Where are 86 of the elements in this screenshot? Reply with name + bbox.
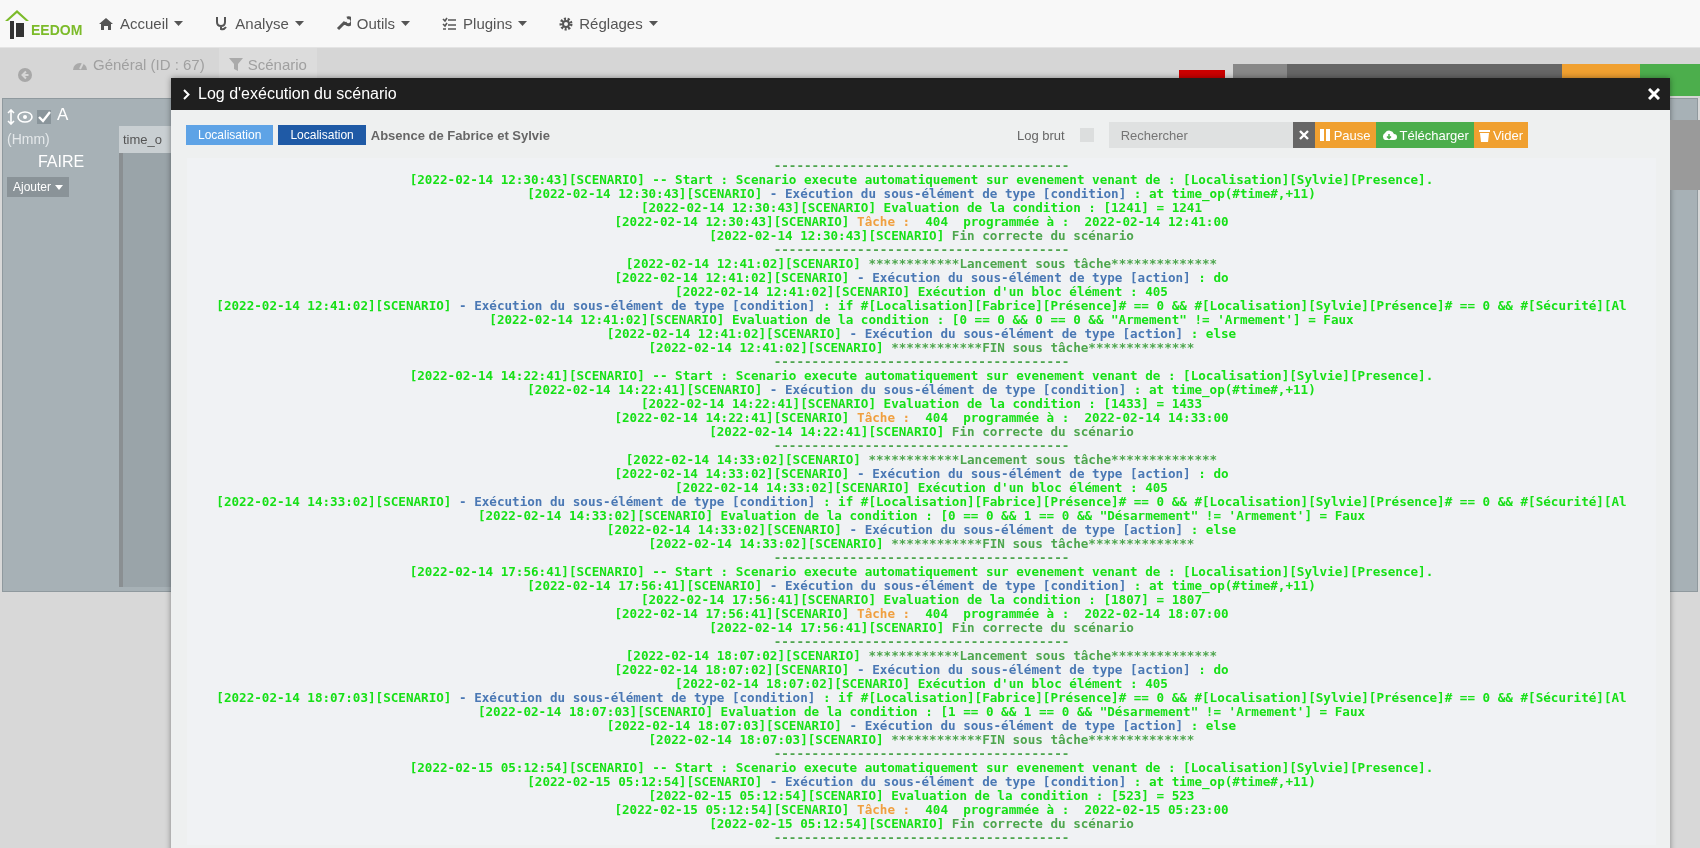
log-line: [2022-02-14 12:41:02][SCENARIO] ************FIN sous tâche************** [647,341,1196,355]
chevron-right-icon [183,88,190,100]
log-line: --------------------------------------- [772,551,1071,565]
log-line: [2022-02-14 12:41:02][SCENARIO] - Exécution du sous-élément de type [action] : do [613,271,1230,285]
log-line: [2022-02-14 18:07:02][SCENARIO] Exécution d'un bloc élément : 405 [674,677,1169,691]
clear-search-button[interactable] [1292,122,1315,148]
raw-log-label: Log brut [1016,127,1065,143]
settings-icon [559,16,574,31]
nav-menu[interactable]: Analyse [205,15,314,32]
scenario-name: Absence de Fabrice et Sylvie [370,127,550,143]
log-line: [2022-02-14 12:30:43][SCENARIO] - Exécution du sous-élément de type [condition] : at time_op(#time#,+11) [526,187,1316,201]
log-line: [2022-02-14 14:33:02][SCENARIO] ************FIN sous tâche************** [647,537,1196,551]
log-line: [2022-02-14 14:33:02][SCENARIO] Exécution d'un bloc élément : 405 [674,481,1169,495]
log-line: [2022-02-14 18:07:03][SCENARIO] Evaluation de la condition : [1 == 0 && 1 == 0 && "Désarmement" != 'Armement'] = Faux [476,705,1366,719]
log-line: [2022-02-15 05:12:54][SCENARIO] - Exécution du sous-élément de type [condition] : at time_op(#time#,+11) [526,775,1316,789]
nav-menu[interactable]: Réglages [549,15,668,32]
caret-icon [294,21,304,26]
log-line: [2022-02-14 14:33:02][SCENARIO] - Exécution du sous-élément de type [condition] : if #[Localisation][Fabrice][Présence]# == 0 && #[Localisation][Sylvie][Présence]# == 0 && #[Sécurité][Al [215,495,1628,509]
sub-block-tab[interactable]: time_o [119,126,171,153]
log-line: [2022-02-14 14:22:41][SCENARIO] Tâche : 404 programmée à : 2022-02-14 14:33:00 [613,411,1230,425]
log-action-button[interactable]: Télécharger [1375,122,1474,148]
close-icon[interactable] [1648,88,1660,100]
log-line: --------------------------------------- [772,355,1071,369]
nav-menu[interactable]: Plugins [432,15,538,32]
log-line: [2022-02-14 17:56:41][SCENARIO] Evaluation de la condition : [1807] = 1807 [639,593,1203,607]
trash-icon [1478,128,1490,142]
log-line: [2022-02-14 14:22:41][SCENARIO] - Exécution du sous-élément de type [condition] : at time_op(#time#,+11) [526,383,1316,397]
log-line: [2022-02-14 12:41:02][SCENARIO] - Exécution du sous-élément de type [condition] : if #[Localisation][Fabrice][Présence]# == 0 && #[Localisation][Sylvie][Présence]# == 0 && #[Sécurité][Al [215,299,1628,313]
log-line: [2022-02-14 18:07:03][SCENARIO] - Exécution du sous-élément de type [action] : else [605,719,1238,733]
log-line: [2022-02-14 12:30:43][SCENARIO] Tâche : 404 programmée à : 2022-02-14 12:41:00 [613,215,1230,229]
caret-icon [174,21,184,26]
log-line: --------------------------------------- [772,439,1071,453]
section-label: FAIRE [37,153,85,171]
log-line: [2022-02-14 12:41:02][SCENARIO] Exécution d'un bloc élément : 405 [674,285,1169,299]
log-line: [2022-02-14 18:07:02][SCENARIO] - Exécution du sous-élément de type [action] : do [613,663,1230,677]
log-line: [2022-02-14 18:07:02][SCENARIO] ************Lancement sous tâche************** [624,649,1219,663]
caret-icon [55,184,64,190]
checklist-icon [442,17,458,30]
log-line: [2022-02-15 05:12:54][SCENARIO] Fin correcte du scénario [708,817,1135,831]
tag: Localisation [186,125,274,145]
log-line: [2022-02-14 14:33:02][SCENARIO] Evaluation de la condition : [0 == 0 && 1 == 0 && "Désarmement" != 'Armement'] = Faux [476,509,1366,523]
log-line: [2022-02-14 14:22:41][SCENARIO] Evaluation de la condition : [1433] = 1433 [639,397,1203,411]
log-line: [2022-02-14 14:33:02][SCENARIO] ************Lancement sous tâche************** [624,453,1219,467]
log-line: [2022-02-14 12:30:43][SCENARIO] Evaluation de la condition : [1241] = 1241 [639,201,1203,215]
log-line: [2022-02-14 12:41:02][SCENARIO] - Exécution du sous-élément de type [action] : else [605,327,1238,341]
wrench-icon [335,16,351,31]
log-line: [2022-02-14 18:07:03][SCENARIO] ************FIN sous tâche************** [647,733,1196,747]
caret-icon [401,21,411,26]
log-line: [2022-02-14 12:41:02][SCENARIO] Evaluation de la condition : [0 == 0 && 0 == 0 && "Armement" != 'Armement'] = Faux [488,313,1354,327]
log-line: [2022-02-15 05:12:54][SCENARIO] -- Start : Scenario execute automatiquement sur evenement venant de : [Localisation][Sylvie][Presence]. [408,761,1435,775]
log-line: --------------------------------------- [772,635,1071,649]
dialog-title: Log d'exécution du scénario [198,85,397,103]
log-line: [2022-02-14 12:30:43][SCENARIO] -- Start : Scenario execute automatiquement sur evenement venant de : [Localisation][Sylvie][Presence]. [408,173,1435,187]
log-line: [2022-02-14 14:33:02][SCENARIO] - Exécution du sous-élément de type [action] : else [605,523,1238,537]
stethoscope-icon [215,16,230,31]
cloud-download-icon [1380,129,1397,141]
caret-icon [648,21,658,26]
log-line: --------------------------------------- [772,831,1071,845]
log-line: --------------------------------------- [772,747,1071,761]
log-line: [2022-02-14 17:56:41][SCENARIO] Fin correcte du scénario [708,621,1135,635]
log-line: [2022-02-14 14:33:02][SCENARIO] - Exécution du sous-élément de type [action] : do [613,467,1230,481]
log-line: [2022-02-15 05:12:54][SCENARIO] Tâche : 404 programmée à : 2022-02-15 05:23:00 [613,803,1230,817]
log-line: [2022-02-14 17:56:41][SCENARIO] Tâche : 404 programmée à : 2022-02-14 18:07:00 [613,607,1230,621]
nav-menu[interactable]: Outils [325,15,421,32]
log-line: [2022-02-14 12:30:43][SCENARIO] Fin correcte du scénario [708,229,1135,243]
log-line: --------------------------------------- [772,243,1071,257]
log-line: [2022-02-14 17:56:41][SCENARIO] - Exécution du sous-élément de type [condition] : at time_op(#time#,+11) [526,579,1316,593]
close-icon [1298,130,1309,140]
tag: Localisation [278,125,366,145]
log-line: [2022-02-14 14:22:41][SCENARIO] -- Start : Scenario execute automatiquement sur evenement venant de : [Localisation][Sylvie][Presence]. [408,369,1435,383]
log-line: [2022-02-14 14:22:41][SCENARIO] Fin correcte du scénario [708,425,1135,439]
block-hint: (Hmm) [7,131,51,147]
block-title: A [57,105,69,125]
log-line: [2022-02-14 17:56:41][SCENARIO] -- Start : Scenario execute automatiquement sur evenement venant de : [Localisation][Sylvie][Presence]. [408,565,1435,579]
log-line: [2022-02-14 12:41:02][SCENARIO] ************Lancement sous tâche************** [624,257,1219,271]
log-line: --------------------------------------- [772,159,1071,173]
caret-icon [518,21,528,26]
nav-menu[interactable]: Accueil [88,15,194,32]
pause-icon [1319,129,1331,141]
log-line: [2022-02-15 05:12:54][SCENARIO] Evaluation de la condition : [523] = 523 [647,789,1195,803]
search-field[interactable]: Rechercher [1108,122,1293,148]
log-line: [2022-02-14 18:07:03][SCENARIO] - Exécution du sous-élément de type [condition] : if #[Localisation][Fabrice][Présence]# == 0 && #[Localisation][Sylvie][Présence]# == 0 && #[Sécurité][Al [215,691,1628,705]
filter-icon [228,57,243,71]
home-icon [98,16,114,31]
add-dropdown-button[interactable]: Ajouter [7,177,70,197]
logo-text: EEDOM [31,21,83,38]
